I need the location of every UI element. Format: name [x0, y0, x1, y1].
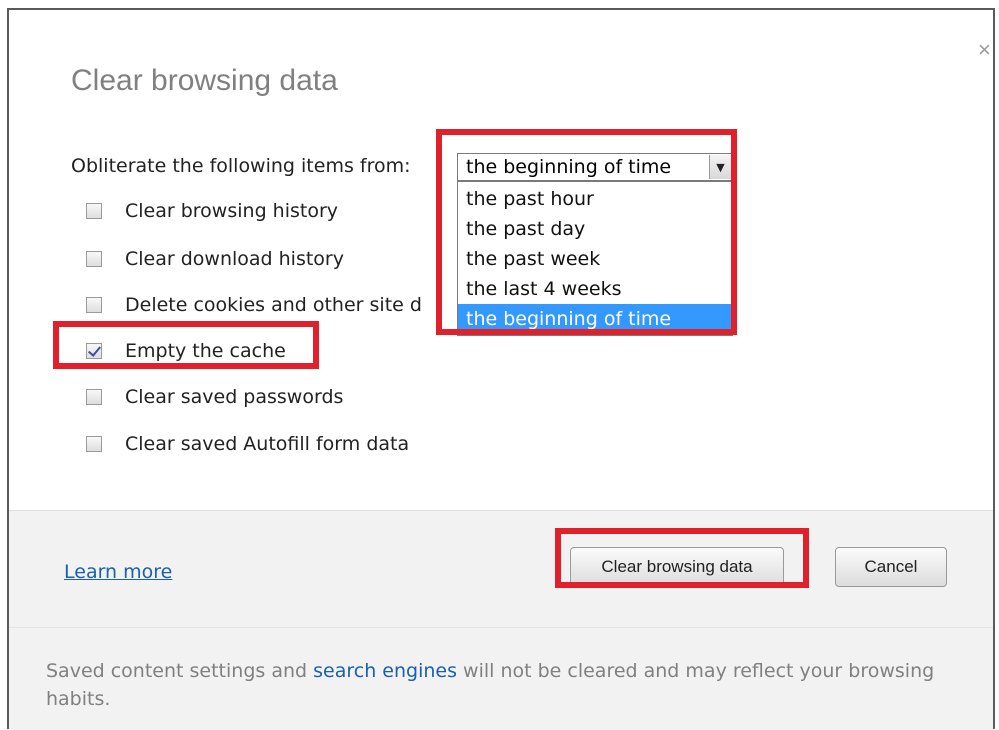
time-range-prompt: Obliterate the following items from:	[71, 155, 411, 177]
checkbox-row-empty-cache[interactable]: Empty the cache	[86, 337, 286, 365]
checkbox-label: Empty the cache	[125, 340, 286, 362]
checkbox-row-browsing-history[interactable]: Clear browsing history	[86, 197, 338, 225]
checkbox-row-download-history[interactable]: Clear download history	[86, 245, 344, 273]
dropdown-arrow-icon[interactable]: ▼	[709, 155, 731, 179]
time-range-option[interactable]: the last 4 weeks	[458, 274, 732, 304]
time-range-option[interactable]: the past hour	[458, 184, 732, 214]
time-range-option-selected[interactable]: the beginning of time	[458, 304, 732, 334]
checkbox[interactable]	[86, 389, 102, 405]
close-icon[interactable]: ×	[978, 39, 991, 61]
cancel-button[interactable]: Cancel	[835, 547, 947, 587]
time-range-select[interactable]: the beginning of time ▼	[457, 153, 733, 181]
checkbox[interactable]	[86, 251, 102, 267]
time-range-option[interactable]: the past day	[458, 214, 732, 244]
checkbox-checked[interactable]	[86, 343, 102, 359]
checkbox-row-saved-passwords[interactable]: Clear saved passwords	[86, 383, 343, 411]
checkbox-row-autofill[interactable]: Clear saved Autofill form data	[86, 430, 409, 458]
footer-divider	[9, 627, 993, 628]
checkbox[interactable]	[86, 297, 102, 313]
search-engines-link[interactable]: search engines	[313, 660, 457, 682]
clear-browsing-data-dialog: × Clear browsing data Obliterate the fol…	[7, 8, 995, 730]
checkbox-label: Clear download history	[125, 248, 344, 270]
time-range-dropdown-list: the past hour the past day the past week…	[457, 181, 733, 336]
checkbox-label: Delete cookies and other site d	[125, 294, 422, 316]
dialog-footer: Learn more Clear browsing data Cancel Sa…	[9, 510, 993, 730]
dialog-title: Clear browsing data	[71, 64, 338, 97]
checkbox[interactable]	[86, 436, 102, 452]
footer-note: Saved content settings and search engine…	[46, 657, 946, 713]
checkbox[interactable]	[86, 203, 102, 219]
checkbox-label: Clear browsing history	[125, 200, 339, 222]
time-range-selected-value: the beginning of time	[466, 156, 672, 178]
note-text-before: Saved content settings and	[46, 660, 314, 682]
clear-browsing-data-button[interactable]: Clear browsing data	[570, 547, 784, 587]
time-range-option[interactable]: the past week	[458, 244, 732, 274]
checkbox-row-cookies[interactable]: Delete cookies and other site d	[86, 291, 422, 319]
learn-more-link[interactable]: Learn more	[64, 561, 172, 583]
checkbox-label: Clear saved Autofill form data	[125, 433, 410, 455]
checkbox-label: Clear saved passwords	[125, 386, 344, 408]
